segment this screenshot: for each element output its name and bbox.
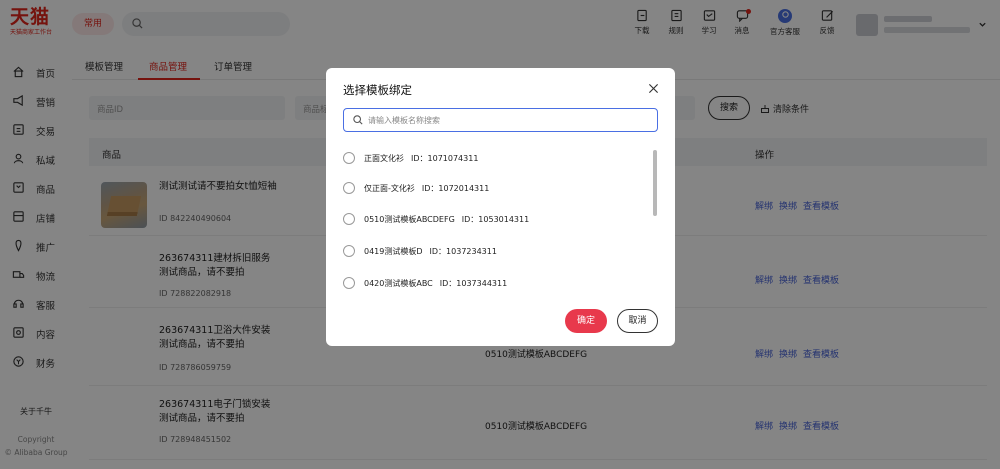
select-template-dialog: 选择模板绑定 正面文化衫 ID：1071074311 仅正面-文化衫 ID：1072… xyxy=(326,68,675,346)
template-search-field[interactable] xyxy=(343,108,658,132)
template-option-label: 仅正面-文化衫 ID：1072014311 xyxy=(364,183,489,194)
close-icon[interactable] xyxy=(648,83,659,94)
cancel-button[interactable]: 取消 xyxy=(617,309,658,333)
scrollbar-thumb[interactable] xyxy=(653,150,657,216)
template-name: 0420测试模板ABC xyxy=(364,279,433,288)
radio-button[interactable] xyxy=(343,277,355,289)
template-id: ID：1037234311 xyxy=(429,247,497,256)
template-name: 正面文化衫 xyxy=(364,154,404,163)
template-option[interactable]: 0420测试模板ABC ID：1037344311 xyxy=(343,275,643,291)
template-name: 0419测试模板D xyxy=(364,247,423,256)
template-option[interactable]: 0419测试模板D ID：1037234311 xyxy=(343,243,643,259)
confirm-button[interactable]: 确定 xyxy=(565,309,607,333)
template-option-label: 0419测试模板D ID：1037234311 xyxy=(364,246,497,257)
search-icon xyxy=(353,115,363,125)
template-id: ID：1071074311 xyxy=(411,154,479,163)
template-id: ID：1072014311 xyxy=(421,184,490,193)
template-option[interactable]: 仅正面-文化衫 ID：1072014311 xyxy=(343,180,643,196)
radio-button[interactable] xyxy=(343,182,355,194)
template-option-label: 0420测试模板ABC ID：1037344311 xyxy=(364,278,507,289)
template-name: 0510测试模板ABCDEFG xyxy=(364,215,455,224)
template-option[interactable]: 0510测试模板ABCDEFG ID：1053014311 xyxy=(343,211,643,227)
template-id: ID：1037344311 xyxy=(439,279,508,288)
template-id: ID：1053014311 xyxy=(461,215,530,224)
template-search-input[interactable] xyxy=(368,112,648,128)
template-option-label: 0510测试模板ABCDEFG ID：1053014311 xyxy=(364,214,529,225)
radio-button[interactable] xyxy=(343,213,355,225)
template-option[interactable]: 正面文化衫 ID：1071074311 xyxy=(343,150,643,166)
radio-button[interactable] xyxy=(343,152,355,164)
radio-button[interactable] xyxy=(343,245,355,257)
dialog-title: 选择模板绑定 xyxy=(343,83,412,97)
template-option-label: 正面文化衫 ID：1071074311 xyxy=(364,153,478,164)
template-name: 仅正面-文化衫 xyxy=(364,184,415,193)
